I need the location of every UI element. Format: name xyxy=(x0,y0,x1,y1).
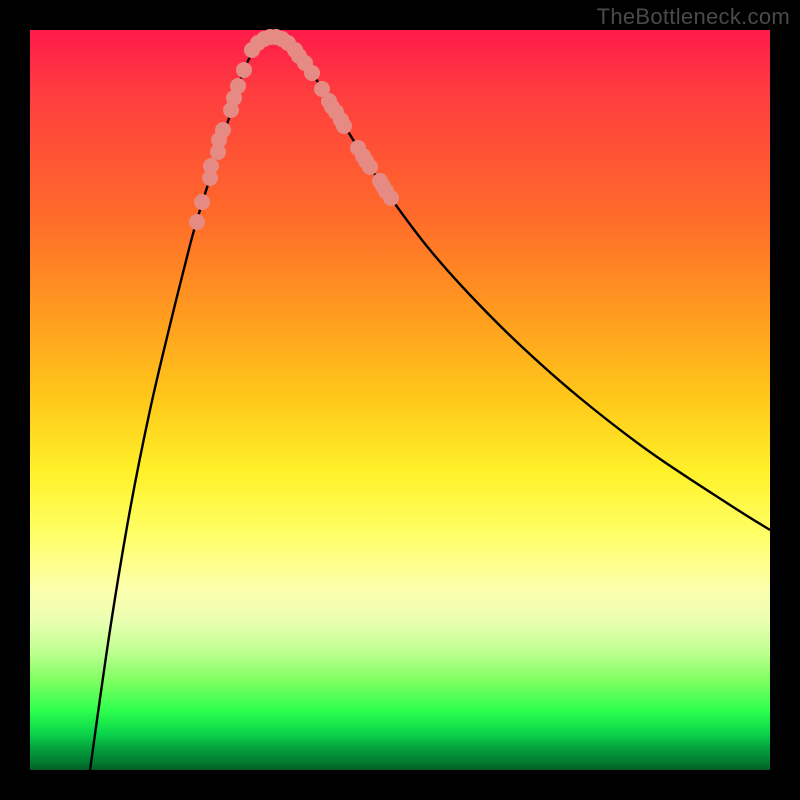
data-point xyxy=(336,118,352,134)
data-point xyxy=(304,65,320,81)
marker-group xyxy=(189,29,399,230)
data-point xyxy=(194,194,210,210)
data-point xyxy=(203,158,219,174)
data-point xyxy=(189,214,205,230)
plot-area xyxy=(30,30,770,770)
data-point xyxy=(215,122,231,138)
chart-svg xyxy=(30,30,770,770)
watermark-text: TheBottleneck.com xyxy=(597,4,790,30)
curve-group xyxy=(90,37,770,770)
data-point xyxy=(230,78,246,94)
bottleneck-curve xyxy=(90,37,770,770)
data-point xyxy=(362,159,378,175)
data-point xyxy=(236,62,252,78)
data-point xyxy=(383,190,399,206)
chart-outer-frame: TheBottleneck.com xyxy=(0,0,800,800)
